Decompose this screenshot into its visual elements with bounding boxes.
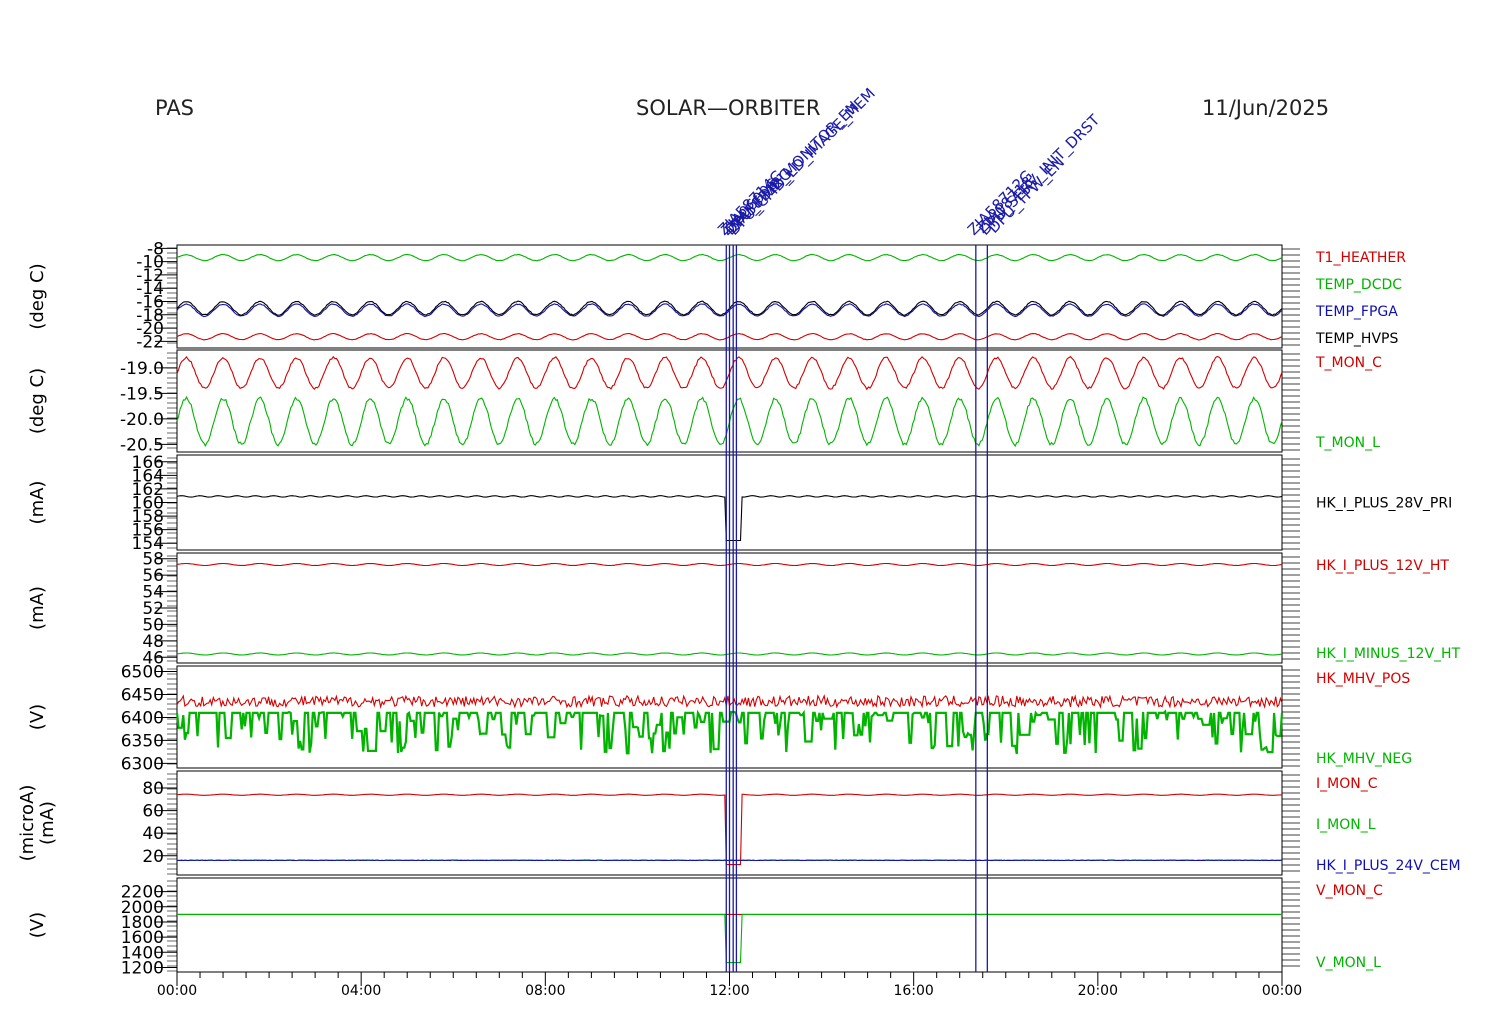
legend-hk_mhv_neg: HK_MHV_NEG	[1316, 751, 1412, 767]
y-axis-label: (mA)	[27, 586, 48, 630]
panel-7: 220020001800160014001200(V)V_MON_CV_MON_…	[27, 877, 1383, 978]
y-tick-label: 60	[142, 802, 164, 822]
legend-hk_i_plus_28v_pri: HK_I_PLUS_28V_PRI	[1316, 496, 1452, 512]
legend-i_mon_c: I_MON_C	[1316, 776, 1378, 792]
legend-temp_fpga: TEMP_FPGA	[1315, 304, 1398, 320]
x-tick-label: 16:00	[893, 983, 933, 999]
panel-3: 166164162160158156154(mA) HK_I_PLUS_28V_P…	[27, 453, 1452, 554]
y-tick-label: -19.0	[120, 359, 164, 379]
legend-v_mon_c: V_MON_C	[1316, 883, 1383, 899]
legend-hk_mhv_pos: HK_MHV_POS	[1316, 671, 1410, 687]
y-axis-label: (V)	[27, 704, 48, 730]
y-tick-label: 40	[142, 824, 164, 844]
x-tick-label: 00:00	[157, 983, 197, 999]
legend-temp_dcdc: TEMP_DCDC	[1315, 277, 1402, 293]
event-label: DPU_CMD_LD_IMAGE_MEM	[725, 84, 880, 239]
legend-i_mon_l: I_MON_L	[1316, 817, 1376, 833]
y-tick-label: 1200	[121, 958, 164, 978]
legend-v_mon_l: V_MON_L	[1316, 955, 1381, 971]
legend-hk_i_plus_24v_cem: HK_I_PLUS_24V_CEM	[1316, 858, 1461, 874]
legend-t_mon_c: T_MON_C	[1315, 355, 1382, 371]
housekeeping-chart: -8-10-12-14-16-18-20-22(deg C)T1_HEATHER…	[17, 84, 1461, 999]
y-axis-label: (mA)	[27, 481, 48, 525]
y-axis-label: (microA)	[17, 785, 38, 862]
legend-temp_hvps: TEMP_HVPS	[1315, 331, 1398, 347]
legend-t1_heather: T1_HEATHER	[1315, 250, 1406, 266]
y-tick-label: 6500	[121, 663, 164, 683]
panel-5: 65006450 6400 6350 6300 (V) HK_MHV_POS HK_MHV_…	[27, 663, 1412, 775]
panel-2: -19.0-19.5-20.0-20.5(deg C)T_MON_CT_MON_…	[27, 349, 1382, 455]
y-axis-label: (deg C)	[27, 368, 48, 434]
y-tick-label: 80	[142, 779, 164, 799]
y-tick-label: -19.5	[120, 384, 164, 404]
x-tick-label: 20:00	[1078, 983, 1118, 999]
x-tick-label: 00:00	[1262, 983, 1302, 999]
y-tick-label: -20.0	[120, 410, 164, 430]
y-axis-label: (V)	[27, 912, 48, 938]
x-tick-label: 12:00	[709, 983, 749, 999]
x-tick-label: 08:00	[525, 983, 565, 999]
y-tick-label: -22	[136, 332, 164, 352]
legend-t_mon_l: T_MON_L	[1315, 435, 1380, 451]
legend-hk_i_minus_12v_ht: HK_I_MINUS_12V_HT	[1316, 646, 1461, 662]
y-tick-label: 6450	[121, 685, 164, 705]
y-tick-label: 6300	[121, 754, 164, 774]
y-axis-label: (deg C)	[27, 263, 48, 329]
panel-6: 80 6040 20 (microA) (mA) I_MON_C I_MON_L HK_I_P…	[17, 770, 1461, 876]
legend-hk_i_plus_12v_ht: HK_I_PLUS_12V_HT	[1316, 558, 1449, 574]
y-tick-label: 6400	[121, 708, 164, 728]
x-tick-label: 04:00	[341, 983, 381, 999]
panel-4: 58565452504846(mA)HK_I_PLUS_12V_HTHK_I_M…	[27, 550, 1461, 669]
y-axis-label: (mA)	[37, 801, 58, 845]
panel-1: -8-10-12-14-16-18-20-22(deg C)T1_HEATHER…	[27, 239, 1406, 352]
y-tick-label: 6350	[121, 731, 164, 751]
y-tick-label: 20	[142, 847, 164, 867]
